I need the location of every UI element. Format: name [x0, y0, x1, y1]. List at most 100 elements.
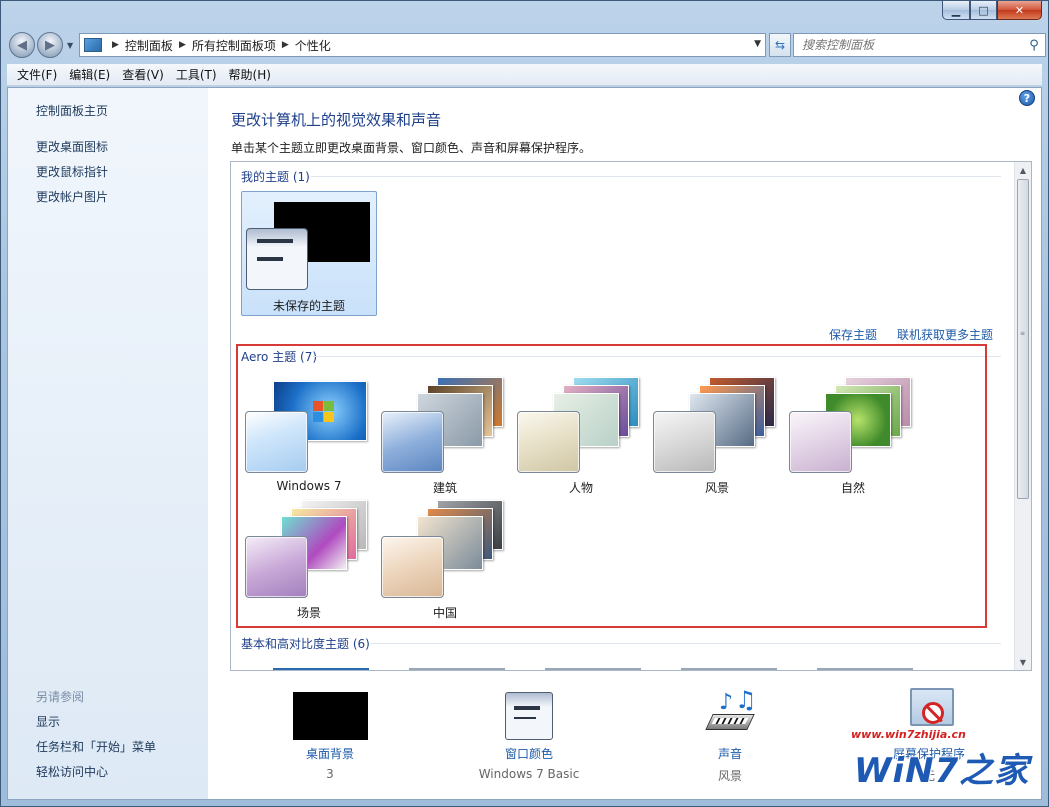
- theme-list-scrollbar[interactable]: ▲ ≡ ▼: [1014, 162, 1031, 670]
- screensaver-icon: [910, 688, 954, 726]
- sound-option[interactable]: ♪ ♫ 声音 风景: [655, 686, 805, 788]
- page-title: 更改计算机上的视觉效果和声音: [231, 111, 442, 129]
- forward-arrow-icon: ▶: [45, 37, 55, 53]
- navigation-row: ◀ ▶ ▼ ▶ 控制面板 ▶ 所有控制面板项 ▶ 个性化 ▼ ⇆ ⚲: [7, 29, 1046, 61]
- page-subtitle: 单击某个主题立即更改桌面背景、窗口颜色、声音和屏幕保护程序。: [231, 141, 592, 155]
- address-dropdown-icon[interactable]: ▼: [754, 39, 761, 49]
- option-value: Windows 7 Basic: [478, 767, 580, 781]
- menu-help[interactable]: 帮助(H): [223, 66, 277, 83]
- theme-window-color-preview: [789, 411, 852, 473]
- address-bar[interactable]: ▶ 控制面板 ▶ 所有控制面板项 ▶ 个性化 ▼: [79, 33, 766, 57]
- watermark-url: www.win7zhijia.cn: [851, 728, 966, 741]
- basic-theme-preview-edge: [681, 668, 777, 670]
- option-label[interactable]: 窗口颜色: [454, 745, 604, 762]
- theme-windows-7[interactable]: Windows 7: [241, 367, 377, 493]
- preview-bar: [257, 257, 283, 261]
- content-area: 控制面板主页 更改桌面图标 更改鼠标指针 更改帐户图片 另请参阅 显示 任务栏和…: [7, 87, 1042, 800]
- group-divider: [371, 643, 1001, 644]
- control-panel-home-link[interactable]: 控制面板主页: [36, 102, 108, 119]
- get-more-themes-link[interactable]: 联机获取更多主题: [897, 326, 993, 343]
- group-divider: [313, 356, 1001, 357]
- option-label[interactable]: 声音: [655, 745, 805, 762]
- search-box: ⚲: [793, 33, 1046, 57]
- change-desktop-icons-link[interactable]: 更改桌面图标: [36, 138, 108, 155]
- menu-bar: 文件(F) 编辑(E) 查看(V) 工具(T) 帮助(H): [7, 64, 1042, 86]
- taskbar-start-menu-link[interactable]: 任务栏和「开始」菜单: [36, 738, 156, 755]
- change-mouse-pointers-link[interactable]: 更改鼠标指针: [36, 163, 108, 180]
- menu-file[interactable]: 文件(F): [11, 66, 63, 83]
- basic-themes-heading: 基本和高对比度主题 (6): [241, 637, 370, 651]
- control-panel-icon: [84, 38, 102, 52]
- theme-name: 风景: [704, 481, 729, 495]
- theme-characters[interactable]: 人物: [513, 367, 649, 495]
- maximize-button[interactable]: □: [970, 1, 997, 20]
- breadcrumb-chevron-icon[interactable]: ▶: [112, 40, 119, 50]
- breadcrumb-all-items[interactable]: 所有控制面板项: [192, 37, 276, 54]
- menu-edit[interactable]: 编辑(E): [63, 66, 116, 83]
- menu-view[interactable]: 查看(V): [116, 66, 170, 83]
- preview-bar: [514, 706, 540, 710]
- theme-window-color-preview: [245, 411, 308, 473]
- my-themes-heading: 我的主题 (1): [241, 170, 310, 184]
- theme-window-color-preview: [381, 411, 444, 473]
- breadcrumb-personalization[interactable]: 个性化: [295, 37, 331, 54]
- theme-name: 人物: [568, 481, 593, 495]
- refresh-button[interactable]: ⇆: [769, 33, 791, 57]
- window-color-option[interactable]: 窗口颜色 Windows 7 Basic: [454, 688, 604, 788]
- see-also-heading: 另请参阅: [36, 690, 85, 704]
- breadcrumb-chevron-icon[interactable]: ▶: [282, 40, 289, 50]
- scroll-up-icon[interactable]: ▲: [1015, 162, 1031, 178]
- personalization-window: ▁ □ ✕ ◀ ▶ ▼ ▶ 控制面板 ▶ 所有控制面板项 ▶ 个性化 ▼ ⇆ ⚲…: [0, 0, 1049, 807]
- basic-theme-preview-edge: [817, 668, 913, 670]
- theme-window-color-preview: [246, 228, 308, 290]
- display-link[interactable]: 显示: [36, 713, 60, 730]
- back-button[interactable]: ◀: [9, 32, 35, 58]
- back-arrow-icon: ◀: [17, 37, 27, 53]
- preview-bar: [514, 717, 536, 719]
- change-account-picture-link[interactable]: 更改帐户图片: [36, 188, 108, 205]
- ease-of-access-link[interactable]: 轻松访问中心: [36, 763, 108, 780]
- theme-landscapes[interactable]: 风景: [649, 367, 785, 495]
- search-input[interactable]: [794, 35, 1023, 55]
- task-pane: 控制面板主页 更改桌面图标 更改鼠标指针 更改帐户图片 另请参阅 显示 任务栏和…: [8, 88, 208, 799]
- theme-unsaved[interactable]: 未保存的主题: [241, 191, 377, 316]
- forward-button[interactable]: ▶: [37, 32, 63, 58]
- theme-china[interactable]: 中国: [377, 494, 513, 620]
- breadcrumb: ▶ 控制面板 ▶ 所有控制面板项 ▶ 个性化: [106, 37, 331, 54]
- theme-window-color-preview: [653, 411, 716, 473]
- theme-name: Windows 7: [276, 479, 342, 493]
- search-icon[interactable]: ⚲: [1023, 38, 1045, 53]
- recent-pages-dropdown[interactable]: ▼: [67, 41, 73, 50]
- save-theme-link[interactable]: 保存主题: [829, 326, 877, 343]
- basic-theme-preview-edge: [545, 668, 641, 670]
- theme-name: 未保存的主题: [272, 299, 345, 313]
- breadcrumb-control-panel[interactable]: 控制面板: [125, 37, 173, 54]
- theme-name: 场景: [296, 606, 321, 620]
- watermark-logo: WiN7之家: [854, 751, 1030, 791]
- windows-logo-icon: [313, 401, 335, 423]
- theme-name: 自然: [840, 481, 865, 495]
- scroll-down-icon[interactable]: ▼: [1015, 654, 1031, 670]
- theme-architecture[interactable]: 建筑: [377, 367, 513, 495]
- window-color-icon: [505, 692, 553, 740]
- minimize-button[interactable]: ▁: [942, 1, 970, 20]
- basic-theme-preview-edge: [273, 668, 369, 670]
- theme-nature[interactable]: 自然: [785, 367, 921, 495]
- preview-bar: [257, 239, 293, 243]
- desktop-background-icon: [293, 692, 368, 740]
- group-divider: [311, 176, 1001, 177]
- breadcrumb-chevron-icon[interactable]: ▶: [179, 40, 186, 50]
- theme-window-color-preview: [245, 536, 308, 598]
- caption-buttons: ▁ □ ✕: [942, 1, 1042, 20]
- option-value: 风景: [717, 769, 742, 783]
- theme-scenes[interactable]: 场景: [241, 494, 377, 620]
- help-icon[interactable]: ?: [1019, 90, 1035, 106]
- scroll-grip-icon: ≡: [1020, 330, 1026, 337]
- close-button[interactable]: ✕: [997, 1, 1042, 20]
- theme-list: 我的主题 (1) 未保存的主题 保存主题 联机获取更多主题 Aero 主题 (7…: [230, 161, 1032, 671]
- option-label[interactable]: 桌面背景: [255, 745, 405, 762]
- menu-tools[interactable]: 工具(T): [170, 66, 223, 83]
- desktop-background-option[interactable]: 桌面背景 3: [255, 688, 405, 788]
- scroll-thumb[interactable]: ≡: [1017, 179, 1029, 499]
- option-value: 3: [326, 767, 334, 781]
